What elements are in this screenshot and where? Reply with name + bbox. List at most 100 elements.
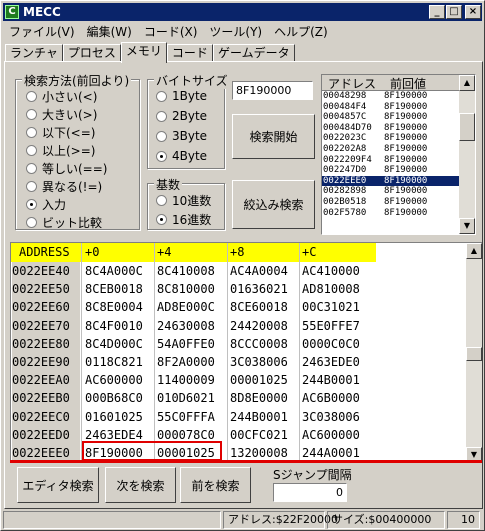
radio-less-equal[interactable]: 以下(<=) xyxy=(26,124,95,141)
scroll-down-icon[interactable]: ▼ xyxy=(459,218,475,234)
hex-scrollbar[interactable]: ▲ ▼ xyxy=(466,243,482,462)
minimize-button[interactable]: _ xyxy=(429,5,445,19)
radio-input[interactable]: 入力 xyxy=(26,196,66,213)
results-scrollbar[interactable]: ▲ ▼ xyxy=(459,75,475,234)
hex-cell[interactable]: 8D8E0000 xyxy=(230,389,288,409)
radio-hex[interactable]: 16進数 xyxy=(156,211,211,228)
radio-decimal[interactable]: 10進数 xyxy=(156,192,211,209)
hex-cell[interactable]: 24630008 xyxy=(157,317,215,337)
hex-row[interactable]: 0022EE70 8C4F0010 24630008 24420008 55E0FFE7 xyxy=(11,316,467,337)
hex-row[interactable]: 0022EE40 8C4A000C 8C410008 AC4A0004 AC410000 xyxy=(11,262,467,282)
hex-cell[interactable]: 8C4D000C xyxy=(85,335,143,355)
menu-help[interactable]: ヘルプ(Z) xyxy=(268,23,334,40)
radio-3byte[interactable]: 3Byte xyxy=(156,129,207,143)
hex-cell[interactable]: 55C0FFFA xyxy=(157,408,215,428)
hex-cell[interactable]: AD810008 xyxy=(302,280,360,300)
hex-row[interactable]: 0022EE80 8C4D000C 54A0FFE0 8CCC0008 0000C0C0 xyxy=(11,334,467,355)
hex-cell[interactable]: 3C038006 xyxy=(230,353,288,373)
maximize-button[interactable]: □ xyxy=(446,5,462,19)
next-search-button[interactable]: 次を検索 xyxy=(105,467,176,503)
tab-code[interactable]: コード xyxy=(166,44,213,62)
scroll-up-icon[interactable]: ▲ xyxy=(466,243,482,259)
hex-cell[interactable]: 01636021 xyxy=(230,280,288,300)
results-row[interactable]: 00048298 8F190000 xyxy=(322,91,475,102)
editor-search-button[interactable]: エディタ検索 xyxy=(17,467,99,503)
results-row[interactable]: 0004857C 8F190000 xyxy=(322,112,475,123)
radio-greater-equal[interactable]: 以上(>=) xyxy=(26,142,95,159)
tab-game-data[interactable]: ゲームデータ xyxy=(212,44,295,62)
radio-equal[interactable]: 等しい(==) xyxy=(26,160,107,177)
prev-search-button[interactable]: 前を検索 xyxy=(180,467,251,503)
hex-cell[interactable]: 010D6021 xyxy=(157,389,215,409)
results-row[interactable]: 0022EEE0 8F190000 xyxy=(322,175,475,187)
results-row[interactable]: 002B0518 8F190000 xyxy=(322,197,475,208)
menu-edit[interactable]: 編集(W) xyxy=(81,23,138,40)
title-bar[interactable]: C MECC _ □ × xyxy=(3,3,482,21)
hex-cell[interactable]: 11400009 xyxy=(157,371,215,391)
scroll-thumb[interactable] xyxy=(459,113,475,141)
hex-row[interactable]: 0022EEC0 01601025 55C0FFFA 244B0001 3C038006 xyxy=(11,407,467,428)
hex-cell[interactable]: 8C810000 xyxy=(157,280,215,300)
radio-bit-compare[interactable]: ビット比較 xyxy=(26,214,102,231)
hex-cell[interactable]: 00C31021 xyxy=(302,298,360,318)
hex-row[interactable]: 0022EE50 8CEB0018 8C810000 01636021 AD810008 xyxy=(11,280,467,300)
column-address[interactable]: アドレス xyxy=(322,75,384,91)
hex-row[interactable]: 0022EE90 0118C821 8F2A0000 3C038006 2463EDE0 xyxy=(11,353,467,373)
results-row[interactable]: 0022023C 8F190000 xyxy=(322,133,475,144)
narrow-search-button[interactable]: 絞込み検索 xyxy=(232,180,315,229)
hex-cell[interactable]: 8F2A0000 xyxy=(157,353,215,373)
results-row[interactable]: 002202A8 8F190000 xyxy=(322,144,475,155)
hex-cell[interactable]: AC4A0004 xyxy=(230,262,288,282)
hex-cell[interactable]: 244B0001 xyxy=(230,408,288,428)
hex-cell[interactable]: 244B0001 xyxy=(302,371,360,391)
tab-process[interactable]: プロセス xyxy=(62,44,121,62)
hex-cell[interactable]: 01601025 xyxy=(85,408,143,428)
hex-cell[interactable]: 54A0FFE0 xyxy=(157,335,215,355)
hex-cell[interactable]: 55E0FFE7 xyxy=(302,317,360,337)
hex-cell[interactable]: 8CEB0018 xyxy=(85,280,143,300)
hex-cell[interactable]: 8C8E0004 xyxy=(85,298,143,318)
hex-cell[interactable]: 3C038006 xyxy=(302,408,360,428)
hex-cell[interactable]: 8C4A000C xyxy=(85,262,143,282)
menu-tools[interactable]: ツール(Y) xyxy=(203,23,268,40)
hex-row[interactable]: 0022EE60 8C8E0004 AD8E000C 8CE60018 00C31021 xyxy=(11,298,467,318)
menu-code[interactable]: コード(X) xyxy=(138,23,204,40)
hex-cell[interactable]: 8CCC0008 xyxy=(230,335,288,355)
results-row[interactable]: 000484F4 8F190000 xyxy=(322,102,475,113)
radio-less[interactable]: 小さい(<) xyxy=(26,88,97,105)
hex-cell[interactable]: 000B68C0 xyxy=(85,389,143,409)
tab-launcher[interactable]: ランチャ xyxy=(5,44,63,62)
results-list[interactable]: アドレス 前回値 00048298 8F190000 000484F4 8F19000… xyxy=(321,74,476,235)
menu-file[interactable]: ファイル(V) xyxy=(3,23,81,40)
column-previous[interactable]: 前回値 xyxy=(384,75,426,91)
hex-cell[interactable]: AC6B0000 xyxy=(302,389,360,409)
results-row[interactable]: 0022209F4 8F190000 xyxy=(322,155,475,166)
hex-cell[interactable]: 0118C821 xyxy=(85,353,143,373)
results-row[interactable]: 000484D70 8F190000 xyxy=(322,123,475,134)
hex-cell[interactable]: AD8E000C xyxy=(157,298,215,318)
value-input[interactable]: 8F190000 xyxy=(232,81,313,100)
radio-greater[interactable]: 大きい(>) xyxy=(26,106,97,123)
hex-cell[interactable]: 00CFC021 xyxy=(230,426,288,446)
jump-interval-input[interactable]: 0 xyxy=(273,483,347,502)
hex-cell[interactable]: 8C4F0010 xyxy=(85,317,143,337)
hex-row[interactable]: 0022EED0 2463EDE4 000078C0 00CFC021 AC600000 xyxy=(11,425,467,446)
tab-memory[interactable]: メモリ xyxy=(120,42,167,63)
hex-grid[interactable]: ADDRESS +0 +4 +8 +C 0022EE40 8C4A000C 8C41… xyxy=(10,242,482,462)
close-button[interactable]: × xyxy=(465,5,481,19)
radio-2byte[interactable]: 2Byte xyxy=(156,109,207,123)
hex-cell[interactable]: 2463EDE0 xyxy=(302,353,360,373)
hex-cell[interactable]: AC410000 xyxy=(302,262,360,282)
hex-row[interactable]: 0022EEB0 000B68C0 010D6021 8D8E0000 AC6B0000 xyxy=(11,389,467,409)
scroll-up-icon[interactable]: ▲ xyxy=(459,75,475,91)
hex-cell[interactable]: 00001025 xyxy=(230,371,288,391)
radio-1byte[interactable]: 1Byte xyxy=(156,89,207,103)
hex-cell[interactable]: AC600000 xyxy=(85,371,143,391)
hex-cell[interactable]: 0000C0C0 xyxy=(302,335,360,355)
results-row[interactable]: 002F5780 8F190000 xyxy=(322,208,475,219)
hex-row[interactable]: 0022EEA0 AC600000 11400009 00001025 244B0001 xyxy=(11,371,467,391)
hex-cell[interactable]: 24420008 xyxy=(230,317,288,337)
hex-cell[interactable]: 8C410008 xyxy=(157,262,215,282)
radio-4byte[interactable]: 4Byte xyxy=(156,149,207,163)
results-row[interactable]: 002247D0 8F190000 xyxy=(322,165,475,176)
